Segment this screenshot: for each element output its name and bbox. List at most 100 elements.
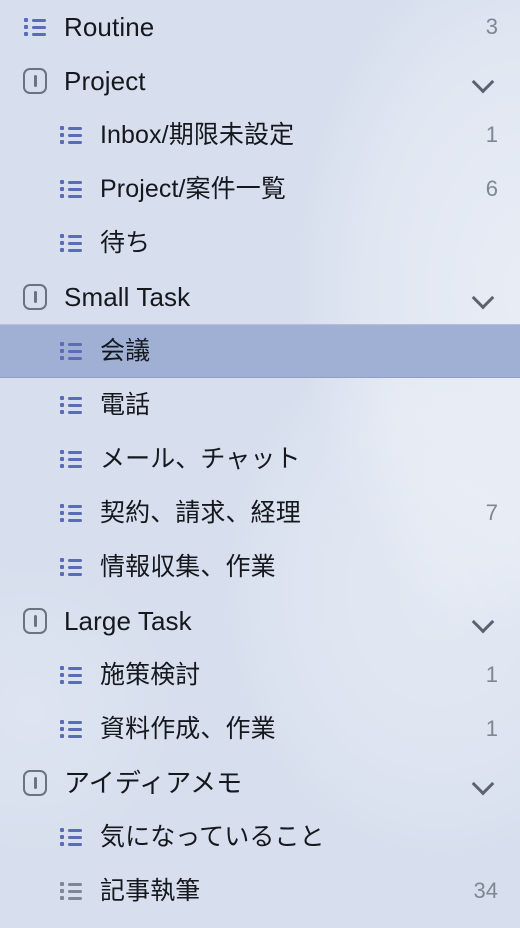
row-count-badge: 3 [485,14,498,39]
list-icon-bar [32,32,46,36]
list-icon-line [60,666,82,670]
list-icon-shape [60,234,82,252]
row-label: 資料作成、作業 [100,714,276,743]
list-icon-line [60,180,82,184]
list-icon-bar [32,25,46,29]
list-icon-line [60,241,82,245]
row-count-badge: 7 [485,500,498,525]
list-icon-bar [68,403,82,407]
sidebar-item-row[interactable]: 情報収集、作業 [0,540,520,594]
list-icon-shape [60,828,82,846]
row-count-badge: 1 [485,122,498,147]
list-icon [56,822,86,852]
list-icon-line [60,518,82,522]
chevron-down-icon[interactable] [472,613,498,629]
list-icon-bar [68,410,82,414]
list-icon-bar [68,234,82,238]
list-icon-dot [60,133,64,137]
list-icon-bar [68,889,82,893]
list-icon-line [60,133,82,137]
sidebar-item-row[interactable]: 記事執筆 34 [0,864,520,918]
row-label: 気になっていること [100,822,325,851]
list-icon-line [60,140,82,144]
list-icon-dot [60,126,64,130]
board-icon [20,66,50,96]
list-icon-bar [32,18,46,22]
board-icon [20,606,50,636]
sidebar-item-row[interactable]: 会議 [0,324,520,378]
sidebar-group-row[interactable]: Project [0,54,520,108]
list-icon-dot [60,356,64,360]
list-icon-dot [60,842,64,846]
list-icon-shape [60,720,82,738]
row-label: 契約、請求、経理 [100,498,301,527]
list-icon-line [60,727,82,731]
board-icon-bar [33,291,37,303]
list-icon-dot [60,396,64,400]
row-label: アイディアメモ [64,768,243,798]
list-icon-line [60,457,82,461]
sidebar-group-row[interactable]: Small Task [0,270,520,324]
list-icon-bar [68,342,82,346]
list-icon [56,174,86,204]
row-label: 施策検討 [100,660,201,689]
list-icon-dot [60,835,64,839]
list-icon-dot [60,187,64,191]
list-icon-line [60,511,82,515]
list-icon [56,390,86,420]
list-icon-shape [24,18,46,36]
list-icon-line [60,356,82,360]
board-icon-shape [23,68,47,94]
sidebar-group-row[interactable]: アイディアメモ [0,756,520,810]
board-icon [20,768,50,798]
sidebar-item-row[interactable]: 気になっていること [0,810,520,864]
list-icon-dot [60,565,64,569]
list-icon-bar [68,565,82,569]
list-icon-line [60,504,82,508]
list-icon-bar [68,518,82,522]
list-icon-line [60,835,82,839]
sidebar-item-row[interactable]: Inbox/期限未設定 1 [0,108,520,162]
list-icon-bar [68,187,82,191]
list-icon [56,120,86,150]
row-label: Project [64,66,146,96]
list-icon-bar [68,680,82,684]
row-label: 会議 [100,336,151,365]
sidebar-group-row[interactable]: Routine 3 [0,0,520,54]
board-icon-shape [23,284,47,310]
chevron-down-icon[interactable] [472,73,498,89]
list-icon-dot [60,572,64,576]
list-icon-line [60,194,82,198]
list-icon-shape [60,882,82,900]
list-icon-line [60,842,82,846]
sidebar-item-row[interactable]: 資料作成、作業 1 [0,702,520,756]
list-icon-bar [68,727,82,731]
board-icon-shape [23,770,47,796]
list-icon-dot [60,666,64,670]
sidebar-item-row[interactable]: 電話 [0,378,520,432]
chevron-down-icon[interactable] [472,289,498,305]
list-icon [20,12,50,42]
list-icon-bar [68,511,82,515]
list-icon-dot [60,889,64,893]
list-icon-line [60,349,82,353]
list-icon-line [60,342,82,346]
list-icon-line [24,18,46,22]
list-icon-bar [68,666,82,670]
list-icon-dot [60,511,64,515]
sidebar-item-row[interactable]: 施策検討 1 [0,648,520,702]
sidebar-item-row[interactable]: 待ち [0,216,520,270]
sidebar-item-row[interactable]: メール、チャット [0,432,520,486]
row-label: Large Task [64,606,192,636]
list-icon-dot [60,403,64,407]
chevron-down-icon[interactable] [472,775,498,791]
list-icon-line [60,673,82,677]
list-icon-dot [60,734,64,738]
list-icon [56,660,86,690]
sidebar-group-row[interactable]: Large Task [0,594,520,648]
sidebar-item-row[interactable]: Project/案件一覧 6 [0,162,520,216]
list-icon-dot [60,450,64,454]
sidebar-item-row[interactable]: 契約、請求、経理 7 [0,486,520,540]
list-icon-line [24,25,46,29]
list-icon-line [60,558,82,562]
